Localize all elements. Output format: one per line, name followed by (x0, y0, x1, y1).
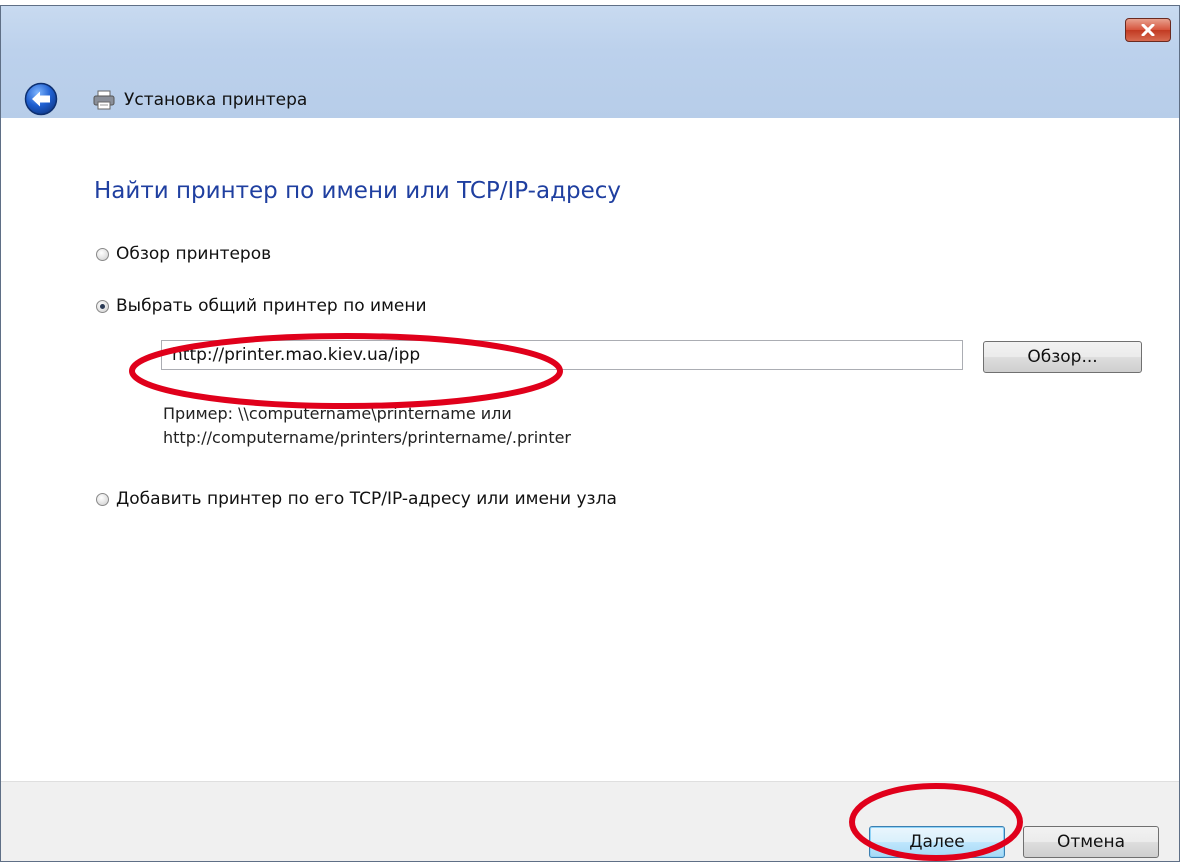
radio-button[interactable] (96, 492, 109, 506)
example-hint-line-2: http://computername/printers/printername… (163, 428, 572, 447)
back-arrow-icon (24, 82, 58, 116)
dialog-content: Найти принтер по имени или TCP/IP-адресу… (1, 118, 1179, 781)
radio-button[interactable] (96, 299, 109, 313)
dialog-footer: Далее Отмена (1, 781, 1179, 861)
radio-label: Выбрать общий принтер по имени (116, 296, 427, 316)
printer-icon (93, 90, 115, 114)
radio-select-shared-printer[interactable]: Выбрать общий принтер по имени (96, 296, 427, 316)
add-printer-dialog: Установка принтера Найти принтер по имен… (0, 5, 1180, 862)
example-hint-line-1: Пример: \\computername\printername или (163, 404, 512, 423)
browse-button[interactable]: Обзор... (983, 341, 1142, 373)
printer-name-input[interactable]: http://printer.mao.kiev.ua/ipp (161, 340, 963, 370)
next-button[interactable]: Далее (869, 826, 1005, 858)
close-icon (1141, 24, 1155, 36)
radio-add-by-tcpip[interactable]: Добавить принтер по его TCP/IP-адресу ил… (96, 489, 617, 509)
radio-button[interactable] (96, 247, 109, 261)
radio-browse-printers[interactable]: Обзор принтеров (96, 244, 271, 264)
cancel-button[interactable]: Отмена (1023, 826, 1159, 858)
back-button[interactable] (24, 82, 58, 116)
page-heading: Найти принтер по имени или TCP/IP-адресу (94, 178, 621, 204)
title-bar: Установка принтера (1, 6, 1179, 118)
radio-label: Добавить принтер по его TCP/IP-адресу ил… (116, 489, 617, 509)
window-title: Установка принтера (124, 90, 308, 110)
radio-label: Обзор принтеров (116, 244, 272, 264)
close-button[interactable] (1125, 18, 1171, 42)
